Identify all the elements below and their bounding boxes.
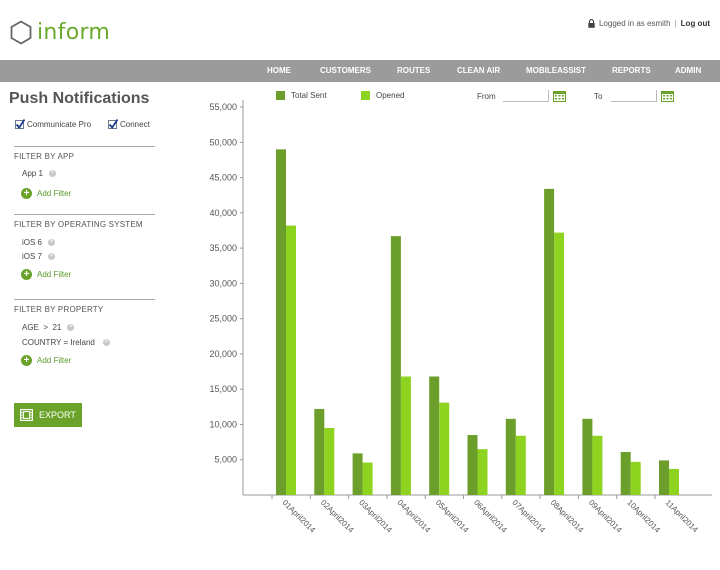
bar-total-sent xyxy=(276,149,286,495)
y-tick-label: 5,000 xyxy=(214,455,237,465)
x-tick-label: 04April2014 xyxy=(395,498,432,535)
push-notifications-bar-chart: 5,000 10,000 15,000 20,000 25,000 30,000 35,00… xyxy=(209,100,712,535)
bar-opened xyxy=(286,225,296,495)
bar-total-sent xyxy=(429,376,440,495)
y-tick-label: 45,000 xyxy=(209,173,237,183)
bar-total-sent xyxy=(390,236,401,496)
x-tick-label: 09April2014 xyxy=(587,498,624,535)
bar-total-sent xyxy=(620,451,631,495)
bar-total-sent xyxy=(505,418,516,495)
y-tick-label: 30,000 xyxy=(209,278,237,288)
bar-opened xyxy=(554,232,565,495)
bar-opened xyxy=(515,435,526,495)
y-tick-label: 10,000 xyxy=(209,419,237,429)
x-tick-label: 02April2014 xyxy=(319,498,356,535)
bar-opened xyxy=(630,461,641,495)
x-tick-label: 01April2014 xyxy=(281,498,318,535)
y-tick-label: 35,000 xyxy=(209,243,237,253)
bar-opened xyxy=(669,468,679,495)
bar-total-sent xyxy=(582,418,593,495)
bar-total-sent xyxy=(659,460,669,495)
bar-opened xyxy=(324,427,335,495)
y-tick-label: 40,000 xyxy=(209,208,237,218)
x-tick-label: 08April2014 xyxy=(549,498,586,535)
bar-total-sent xyxy=(544,188,555,495)
x-tick-label: 11April2014 xyxy=(664,498,701,535)
y-tick-label: 20,000 xyxy=(209,349,237,359)
y-tick-label: 15,000 xyxy=(209,384,237,394)
x-tick-label: 03April2014 xyxy=(357,498,394,535)
x-tick-label: 06April2014 xyxy=(472,498,509,535)
bar-opened xyxy=(439,402,450,495)
y-tick-label: 55,000 xyxy=(209,102,237,112)
bar-opened xyxy=(592,435,603,495)
x-tick-label: 05April2014 xyxy=(434,498,471,535)
bar-total-sent xyxy=(352,453,363,495)
bar-total-sent xyxy=(467,435,478,495)
y-tick-label: 25,000 xyxy=(209,314,237,324)
x-tick-label: 10April2014 xyxy=(625,498,662,535)
bar-opened xyxy=(362,462,373,495)
bar-total-sent xyxy=(314,408,325,495)
x-tick-label: 07April2014 xyxy=(510,498,547,535)
bar-opened xyxy=(400,376,411,495)
bar-opened xyxy=(477,449,488,495)
y-tick-label: 50,000 xyxy=(209,137,237,147)
